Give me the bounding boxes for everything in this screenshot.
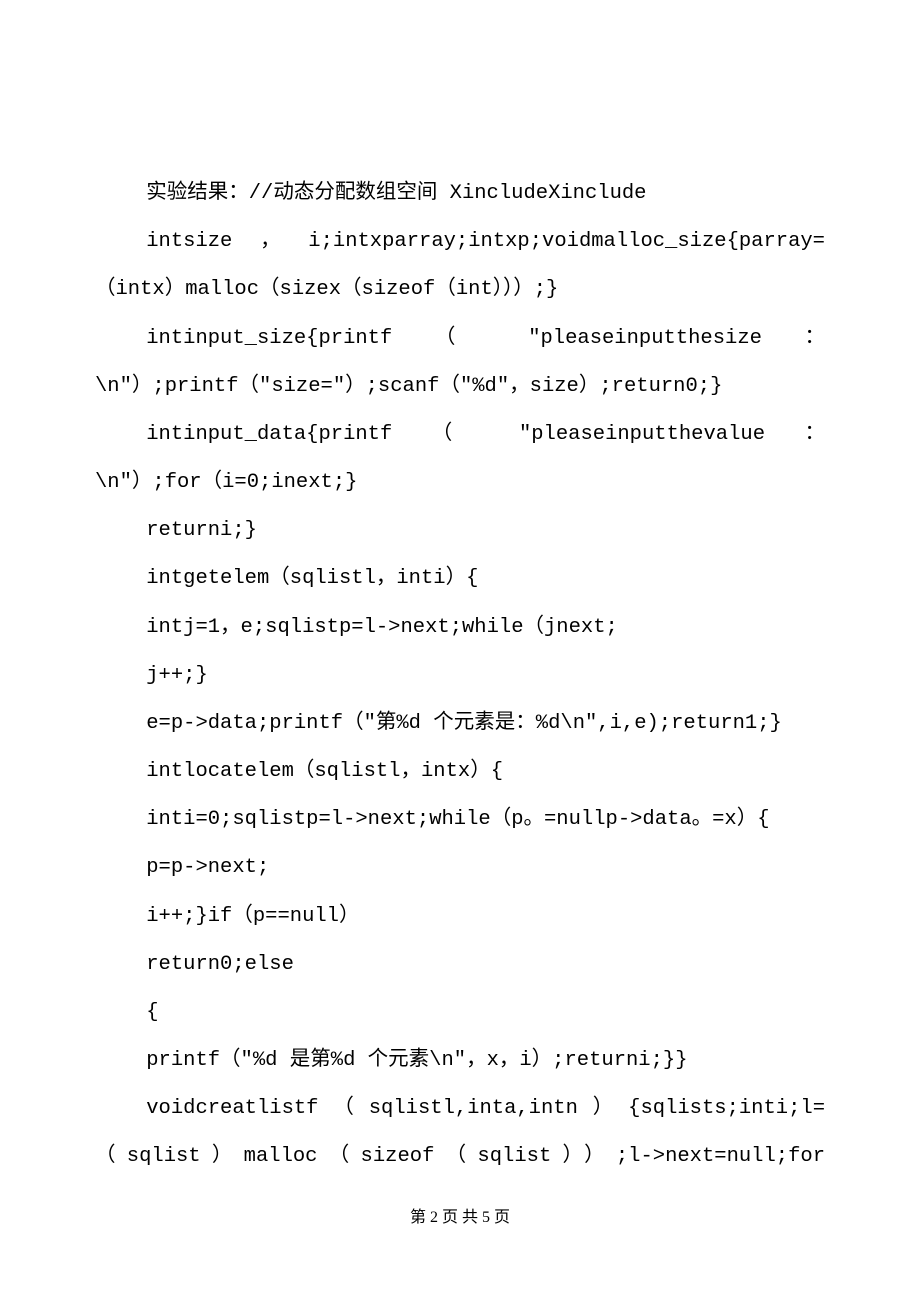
code-line: voidcreatlistf（sqlistl,inta,intn）{sqlist… [95,1085,825,1133]
code-line: return0;else [95,941,825,989]
code-line: returni;} [95,507,825,555]
code-line: \n"）;for（i=0;inext;} [95,459,825,507]
code-line: intlocatelem（sqlistl，intx）{ [95,748,825,796]
code-line: intinput_size{printf （ "pleaseinputthesi… [95,315,825,363]
document-page: 实验结果：//动态分配数组空间 XincludeXincludeintsize，… [0,0,920,1302]
code-line: printf（"%d 是第%d 个元素\n"，x，i）;returni;}} [95,1037,825,1085]
code-line: （intx）malloc（sizex（sizeof（int）））;} [95,266,825,314]
code-line: { [95,989,825,1037]
code-line: 实验结果：//动态分配数组空间 XincludeXinclude [95,170,825,218]
code-line: e=p->data;printf（"第%d 个元素是：%d\n",i,e);re… [95,700,825,748]
document-content: 实验结果：//动态分配数组空间 XincludeXincludeintsize，… [95,170,825,1182]
code-line: \n"）;printf（"size="）;scanf（"%d"，size）;re… [95,363,825,411]
code-line: inti=0;sqlistp=l->next;while（p。=nullp->d… [95,796,825,844]
code-line: intj=1，e;sqlistp=l->next;while（jnext; [95,604,825,652]
code-line: intgetelem（sqlistl，inti）{ [95,555,825,603]
code-line: j++;} [95,652,825,700]
code-line: p=p->next; [95,844,825,892]
code-line: （sqlist）malloc（sizeof（sqlist））;l->next=n… [95,1133,825,1181]
code-line: intinput_data{printf （ "pleaseinputtheva… [95,411,825,459]
page-footer: 第 2 页 共 5 页 [0,1203,920,1227]
code-line: intsize，i;intxparray;intxp;voidmalloc_si… [95,218,825,266]
code-line: i++;}if（p==null） [95,893,825,941]
